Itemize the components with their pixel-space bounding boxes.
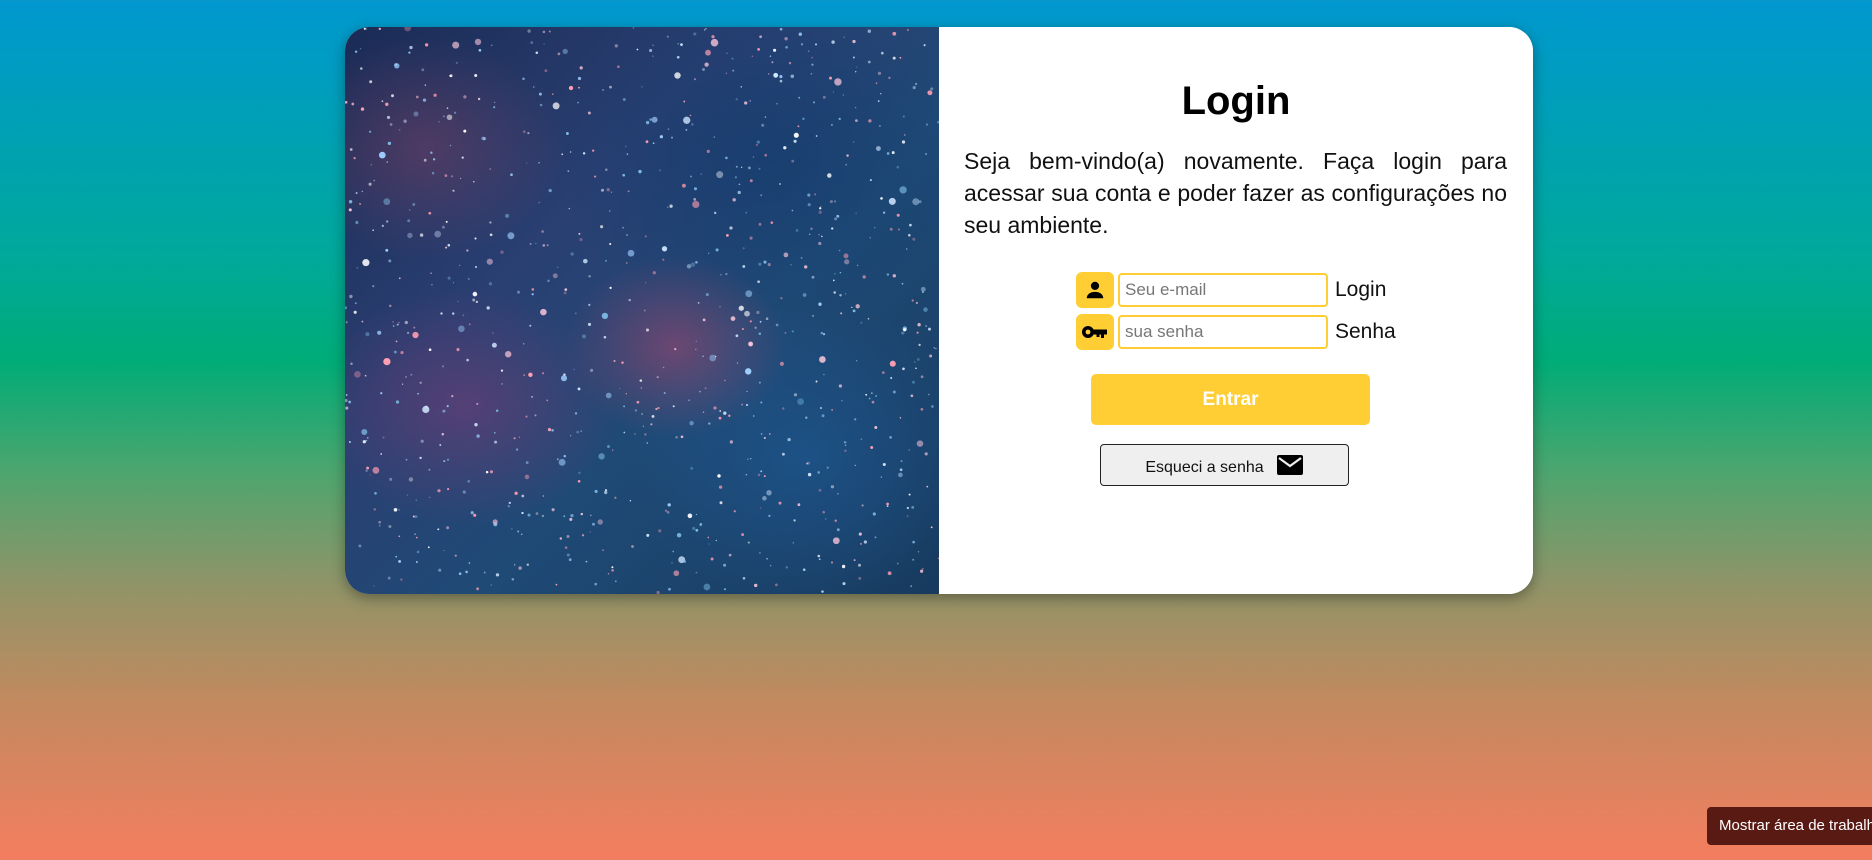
submit-button[interactable]: Entrar — [1091, 374, 1370, 425]
password-row: Senha — [1076, 314, 1396, 350]
key-icon — [1076, 314, 1114, 350]
show-desktop-tooltip: Mostrar área de trabalho — [1707, 807, 1872, 845]
star-field — [345, 27, 939, 594]
welcome-text: Seja bem-vindo(a) novamente. Faça login … — [964, 148, 1507, 238]
forgot-password-button[interactable]: Esqueci a senha — [1100, 444, 1349, 486]
password-field[interactable] — [1118, 315, 1328, 349]
email-row: Login — [1076, 272, 1386, 308]
email-field[interactable] — [1118, 273, 1328, 307]
page-title: Login — [1181, 79, 1291, 123]
password-label: Senha — [1335, 320, 1396, 343]
email-label: Login — [1335, 278, 1387, 301]
login-panel: Login Seja bem-vindo(a) novamente. Faça … — [939, 27, 1533, 594]
forgot-password-label: Esqueci a senha — [1145, 459, 1264, 476]
user-icon — [1076, 272, 1114, 308]
mail-icon — [1276, 454, 1304, 476]
galaxy-image — [345, 27, 939, 594]
login-card: Login Seja bem-vindo(a) novamente. Faça … — [345, 27, 1533, 594]
